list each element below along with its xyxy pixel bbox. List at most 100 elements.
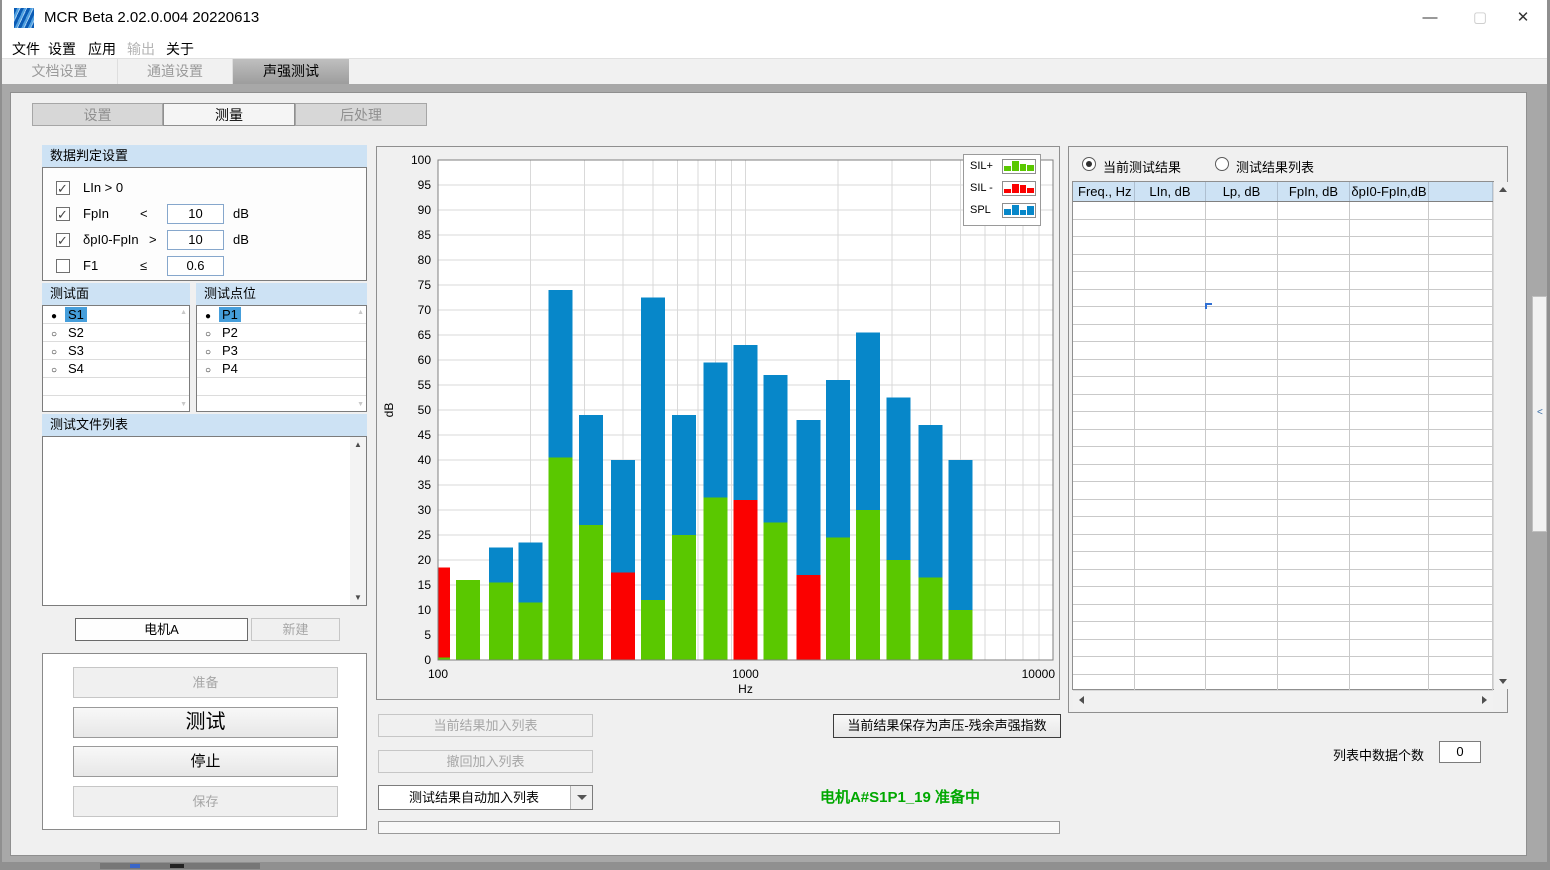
point-empty-row (197, 396, 366, 414)
table-row[interactable] (1073, 640, 1493, 658)
f1-checkbox[interactable]: ✓ (56, 259, 70, 273)
table-cell (1429, 395, 1493, 412)
save-as-residual-index-button[interactable]: 当前结果保存为声压-残余声强指数 (833, 714, 1061, 738)
motor-a-button[interactable]: 电机A (75, 618, 248, 641)
table-row[interactable] (1073, 430, 1493, 448)
subtab-measure[interactable]: 测量 (163, 103, 295, 126)
text-cursor-artifact (1205, 303, 1212, 309)
close-button[interactable]: ✕ (1508, 6, 1538, 30)
table-row[interactable] (1073, 377, 1493, 395)
table-cell (1278, 640, 1350, 657)
surface-item-s4[interactable]: S4 (43, 360, 189, 378)
table-row[interactable] (1073, 552, 1493, 570)
stop-button[interactable]: 停止 (73, 746, 338, 777)
table-row[interactable] (1073, 412, 1493, 430)
test-button[interactable]: 测试 (73, 707, 338, 738)
tab-document-settings[interactable]: 文档设置 (2, 59, 118, 84)
table-row[interactable] (1073, 605, 1493, 623)
table-row[interactable] (1073, 465, 1493, 483)
table-cell (1350, 272, 1429, 289)
table-cell (1429, 377, 1493, 394)
table-row[interactable] (1073, 622, 1493, 640)
table-cell (1206, 395, 1278, 412)
current-result-radio[interactable] (1082, 157, 1096, 171)
table-cell (1278, 360, 1350, 377)
table-row[interactable] (1073, 517, 1493, 535)
scroll-up-icon[interactable]: ▲ (354, 440, 362, 449)
menu-about[interactable]: 关于 (166, 39, 194, 59)
col-extra (1429, 182, 1493, 201)
surface-list-header: 测试面 (42, 283, 190, 305)
auto-add-combobox[interactable]: 测试结果自动加入列表 (378, 785, 593, 810)
table-row[interactable] (1073, 535, 1493, 553)
table-cell (1206, 657, 1278, 674)
tab-sound-intensity-test[interactable]: 声强测试 (233, 59, 349, 84)
table-row[interactable] (1073, 657, 1493, 675)
surface-item-s1[interactable]: S1 (43, 306, 189, 324)
table-row[interactable] (1073, 202, 1493, 220)
f1-threshold-input[interactable]: 0.6 (167, 256, 224, 276)
panel-collapse-splitter[interactable]: < (1532, 296, 1547, 532)
scroll-up-icon[interactable]: ▲ (180, 309, 187, 316)
point-item-p4[interactable]: P4 (197, 360, 366, 378)
table-row[interactable] (1073, 290, 1493, 308)
point-item-p1[interactable]: P1 (197, 306, 366, 324)
menu-apply[interactable]: 应用 (88, 39, 116, 59)
fpin-threshold-input[interactable]: 10 (167, 204, 224, 224)
table-row[interactable] (1073, 237, 1493, 255)
table-row[interactable] (1073, 482, 1493, 500)
table-row[interactable] (1073, 325, 1493, 343)
table-cell (1135, 307, 1206, 324)
table-row[interactable] (1073, 395, 1493, 413)
scroll-down-icon[interactable]: ▼ (357, 401, 364, 408)
point-item-p3[interactable]: P3 (197, 342, 366, 360)
scroll-down-icon[interactable] (1499, 679, 1507, 684)
results-vscrollbar[interactable] (1493, 182, 1510, 689)
table-row[interactable] (1073, 570, 1493, 588)
scroll-down-icon[interactable]: ▼ (354, 593, 362, 602)
table-row[interactable] (1073, 307, 1493, 325)
result-list-radio[interactable] (1215, 157, 1229, 171)
combo-dropdown-icon[interactable] (570, 786, 592, 809)
file-list-scrollbar[interactable]: ▲ ▼ (350, 437, 366, 605)
table-cell (1429, 570, 1493, 587)
table-row[interactable] (1073, 447, 1493, 465)
scroll-right-icon[interactable] (1482, 696, 1487, 704)
menu-file[interactable]: 文件 (12, 39, 40, 59)
lin-checkbox[interactable]: ✓ (56, 181, 70, 195)
scroll-up-icon[interactable]: ▲ (357, 309, 364, 316)
scroll-down-icon[interactable]: ▼ (180, 401, 187, 408)
table-cell (1206, 377, 1278, 394)
table-row[interactable] (1073, 587, 1493, 605)
point-item-p2[interactable]: P2 (197, 324, 366, 342)
table-row[interactable] (1073, 220, 1493, 238)
dpio-threshold-input[interactable]: 10 (167, 230, 224, 250)
current-result-radio-label: 当前测试结果 (1103, 157, 1181, 176)
subtab-setup[interactable]: 设置 (32, 103, 163, 126)
fpin-checkbox[interactable]: ✓ (56, 207, 70, 221)
menu-settings[interactable]: 设置 (48, 39, 76, 59)
table-row[interactable] (1073, 360, 1493, 378)
dpio-checkbox[interactable]: ✓ (56, 233, 70, 247)
tab-channel-settings[interactable]: 通道设置 (118, 59, 233, 84)
scroll-left-icon[interactable] (1079, 696, 1084, 704)
scroll-up-icon[interactable] (1499, 187, 1507, 192)
table-cell (1350, 342, 1429, 359)
table-row[interactable] (1073, 342, 1493, 360)
table-cell (1073, 377, 1135, 394)
subtab-postprocess[interactable]: 后处理 (295, 103, 427, 126)
fpin-label: FpIn (83, 204, 109, 224)
table-cell (1350, 622, 1429, 639)
legend-item-sil-neg: SIL - (964, 177, 1040, 199)
table-row[interactable] (1073, 255, 1493, 273)
surface-item-s3[interactable]: S3 (43, 342, 189, 360)
surface-item-s2[interactable]: S2 (43, 324, 189, 342)
results-hscrollbar[interactable] (1073, 690, 1493, 711)
svg-text:85: 85 (418, 228, 432, 242)
minimize-button[interactable]: — (1415, 6, 1445, 30)
file-listbox[interactable]: ▲ ▼ (42, 436, 367, 606)
table-row[interactable] (1073, 500, 1493, 518)
table-row[interactable] (1073, 272, 1493, 290)
new-button[interactable]: 新建 (251, 618, 340, 641)
maximize-button[interactable]: ▢ (1465, 6, 1495, 30)
